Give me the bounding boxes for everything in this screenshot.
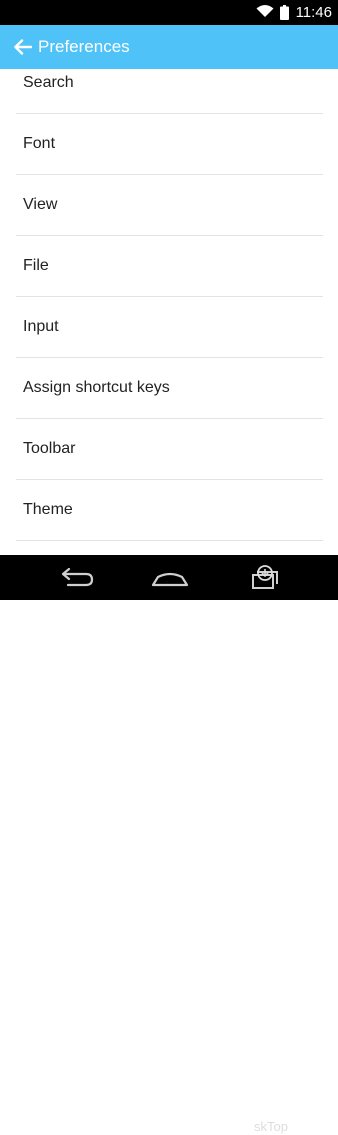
preference-item-label: Input [23,318,59,335]
preference-item-label: Search [23,74,74,91]
preference-item-search[interactable]: Search [16,69,323,114]
back-nav-icon[interactable] [54,564,98,592]
preference-item-view[interactable]: View [16,175,323,236]
back-arrow-icon[interactable] [9,33,37,61]
status-bar: 11:46 [0,0,338,25]
preference-item-label: File [23,257,49,274]
preference-item-label: Theme [23,501,73,518]
action-bar: Preferences [0,25,338,69]
battery-icon [280,5,289,25]
preference-item-label: Assign shortcut keys [23,379,170,396]
preferences-list: Search Font View File Input Assign short… [0,69,338,555]
preference-item-file[interactable]: File [16,236,323,297]
navigation-bar: skTop [0,555,338,1134]
status-time: 11:46 [295,4,332,21]
preference-item-font[interactable]: Font [16,114,323,175]
wifi-icon [256,4,274,23]
preference-item-input[interactable]: Input [16,297,323,358]
preference-item-label: Font [23,135,56,152]
watermark-text: skTop [254,1119,288,1134]
home-nav-icon[interactable] [148,564,192,592]
preference-item-toolbar[interactable]: Toolbar [16,419,323,480]
recents-nav-icon[interactable] [244,564,288,592]
preference-item-label: Toolbar [23,440,76,457]
preference-item-assign-shortcut-keys[interactable]: Assign shortcut keys [16,358,323,419]
preference-item-label: View [23,196,58,213]
preference-item-theme[interactable]: Theme [16,480,323,541]
page-title: Preferences [38,37,130,56]
